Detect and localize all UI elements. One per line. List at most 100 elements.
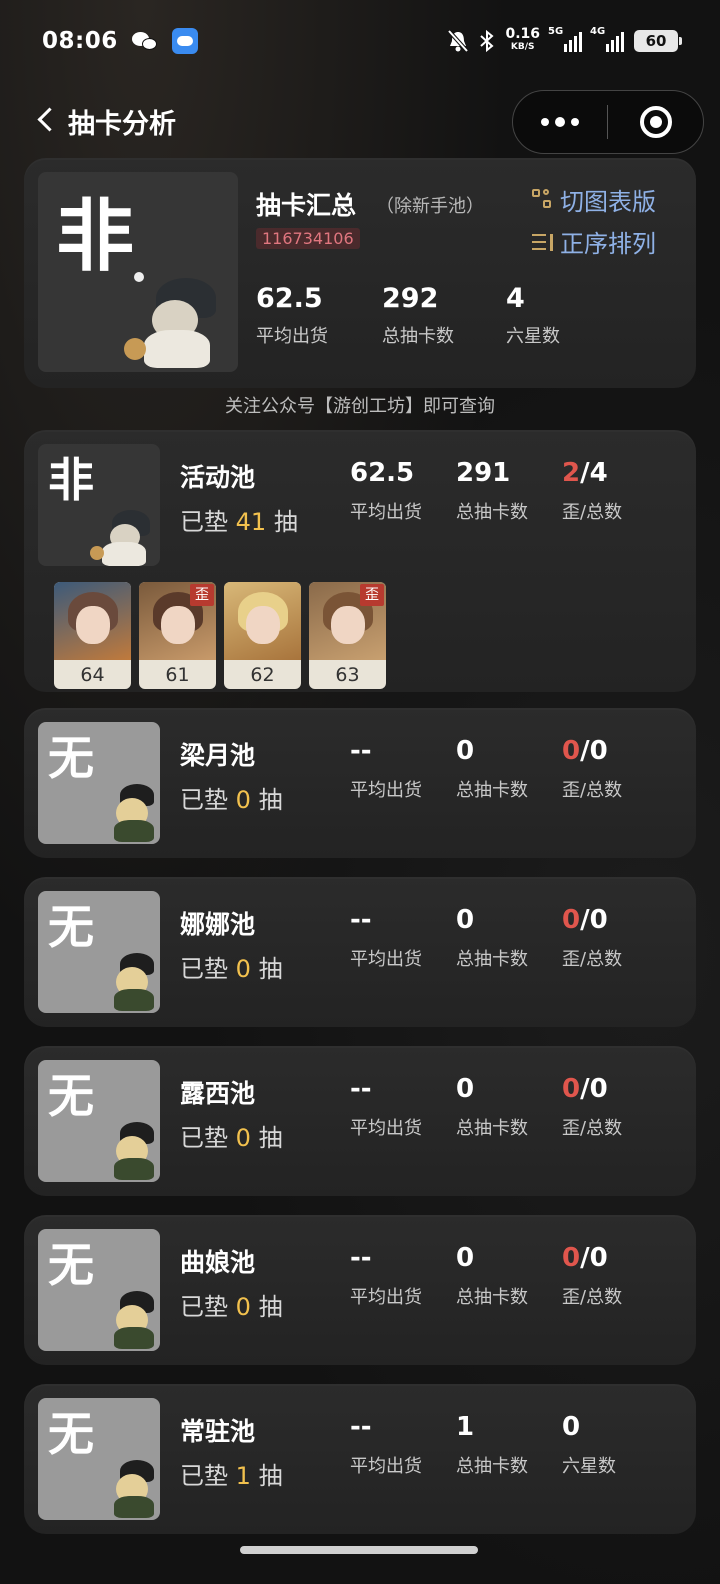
off-count: 0 — [562, 736, 581, 766]
pool-avatar: 无 — [38, 891, 160, 1013]
pull-card[interactable]: 歪 63 — [309, 582, 386, 689]
pity-number: 41 — [235, 508, 267, 536]
status-left: 08:06 — [42, 28, 198, 54]
pull-count: 61 — [165, 664, 190, 686]
sort-icon — [532, 231, 554, 253]
pity-prefix: 已垫 — [180, 786, 228, 814]
stat-label: 平均出货 — [350, 1456, 422, 1477]
luck-label: 无 — [48, 1238, 94, 1292]
stat-label: 总抽卡数 — [456, 780, 528, 801]
pull-card[interactable]: 歪 61 — [139, 582, 216, 689]
pity-number: 0 — [235, 1293, 251, 1321]
stat-total: 0 总抽卡数 — [456, 1243, 528, 1309]
pool-card-liangyue[interactable]: 无 梁月池 已垫 0 抽 -- 平均出货 0 总抽卡数 0/0 歪/总数 — [24, 708, 696, 858]
luck-label: 非 — [56, 192, 135, 282]
luck-label: 无 — [48, 900, 94, 954]
battery-icon: 60 — [634, 30, 682, 52]
stat-label: 总抽卡数 — [382, 326, 454, 347]
stat-label: 六星数 — [562, 1456, 616, 1477]
stat-total: 1 总抽卡数 — [456, 1412, 528, 1478]
pull-card[interactable]: 62 — [224, 582, 301, 689]
pull-history-list: 64 歪 61 62 歪 63 — [54, 582, 386, 689]
stat-label: 歪/总数 — [562, 1118, 623, 1139]
stat-label: 平均出货 — [350, 1287, 422, 1308]
pool-name: 常驻池 — [180, 1417, 256, 1446]
stat-label: 总抽卡数 — [456, 949, 528, 970]
stat-value: 291 — [456, 458, 511, 488]
pool-card-standard[interactable]: 无 常驻池 已垫 1 抽 -- 平均出货 1 总抽卡数 0 六星数 — [24, 1384, 696, 1534]
sim2-label: 4G — [590, 26, 606, 37]
uid-badge: 116734106 — [256, 228, 360, 249]
off-count: 2 — [562, 458, 581, 488]
network-speed-value: 0.16 — [505, 26, 540, 42]
pity-prefix: 已垫 — [180, 508, 228, 536]
pool-card-nana[interactable]: 无 娜娜池 已垫 0 抽 -- 平均出货 0 总抽卡数 0/0 歪/总数 — [24, 877, 696, 1027]
pity-suffix: 抽 — [258, 1462, 283, 1490]
unknown-character-image — [106, 1456, 160, 1518]
stat-avg: -- 平均出货 — [350, 1412, 422, 1478]
unknown-character-image — [106, 1287, 160, 1349]
stat-off-rate: 0/0 歪/总数 — [562, 905, 622, 971]
sort-order-button[interactable]: 正序排列 — [532, 224, 656, 259]
luck-label: 非 — [48, 453, 94, 507]
pity-prefix: 已垫 — [180, 1124, 228, 1152]
pool-card-quniang[interactable]: 无 曲娘池 已垫 0 抽 -- 平均出货 0 总抽卡数 0/0 歪/总数 — [24, 1215, 696, 1365]
pull-count: 63 — [335, 664, 360, 686]
pity-prefix: 已垫 — [180, 1462, 228, 1490]
pool-avatar: 非 — [38, 444, 160, 566]
bluetooth-icon — [480, 29, 494, 53]
luck-label: 无 — [48, 731, 94, 785]
signal-icon-sim2: 4G — [590, 26, 624, 52]
summary-title: 抽卡汇总 — [256, 191, 357, 220]
summary-stat-six-star: 4 六星数 — [506, 284, 560, 348]
pull-count: 62 — [250, 664, 275, 686]
pool-card-event[interactable]: 非 活动池 已垫 41 抽 62.5 平均出货 291 总抽卡数 2/4 歪/总… — [24, 430, 696, 692]
stat-label: 六星数 — [506, 326, 560, 347]
pool-name: 活动池 — [180, 463, 256, 492]
stat-label: 歪/总数 — [562, 780, 623, 801]
pool-name: 梁月池 — [180, 741, 256, 770]
pool-card-lucy[interactable]: 无 露西池 已垫 0 抽 -- 平均出货 0 总抽卡数 0/0 歪/总数 — [24, 1046, 696, 1196]
stat-off-rate: 0/0 歪/总数 — [562, 736, 622, 802]
character-portrait — [54, 582, 131, 660]
pity-suffix: 抽 — [258, 1293, 283, 1321]
pity-count: 已垫 0 抽 — [180, 1118, 283, 1153]
summary-subtitle: （除新手池） — [376, 196, 484, 217]
stat-off-rate: 2/4 歪/总数 — [562, 458, 622, 524]
stat-value: 0/0 — [562, 736, 622, 766]
back-button[interactable] — [34, 104, 58, 134]
pool-name: 露西池 — [180, 1079, 256, 1108]
pool-avatar: 无 — [38, 1060, 160, 1182]
chibi-character-image — [120, 272, 230, 368]
network-speed: 0.16 KB/S — [505, 26, 540, 54]
network-speed-unit: KB/S — [510, 42, 535, 52]
pull-card[interactable]: 64 — [54, 582, 131, 689]
stat-avg: 62.5 平均出货 — [350, 458, 422, 524]
off-count: 0 — [562, 1243, 581, 1273]
summary-stat-avg: 62.5 平均出货 — [256, 284, 328, 348]
more-button[interactable] — [513, 91, 607, 153]
pity-prefix: 已垫 — [180, 1293, 228, 1321]
wechat-icon — [131, 30, 158, 52]
stat-value: -- — [350, 736, 372, 766]
stat-avg: -- 平均出货 — [350, 736, 422, 802]
stat-label: 总抽卡数 — [456, 502, 528, 523]
pool-name: 娜娜池 — [180, 910, 256, 939]
pool-name: 曲娘池 — [180, 1248, 256, 1277]
switch-chart-view-button[interactable]: 切图表版 — [532, 182, 656, 217]
stat-value: -- — [350, 1412, 372, 1442]
pity-count: 已垫 0 抽 — [180, 949, 283, 984]
stat-label: 平均出货 — [350, 502, 422, 523]
luck-label: 无 — [48, 1407, 94, 1461]
close-miniprogram-button[interactable] — [608, 91, 703, 153]
pity-number: 0 — [235, 955, 251, 983]
stat-label: 总抽卡数 — [456, 1118, 528, 1139]
off-banner-badge: 歪 — [190, 584, 214, 606]
stat-six-star: 0 六星数 — [562, 1412, 616, 1478]
luck-label: 无 — [48, 1069, 94, 1123]
pity-count: 已垫 41 抽 — [180, 502, 298, 537]
off-total: /4 — [580, 458, 608, 488]
stat-value: 2/4 — [562, 458, 622, 488]
home-indicator[interactable] — [240, 1546, 478, 1554]
page-title: 抽卡分析 — [68, 109, 176, 140]
